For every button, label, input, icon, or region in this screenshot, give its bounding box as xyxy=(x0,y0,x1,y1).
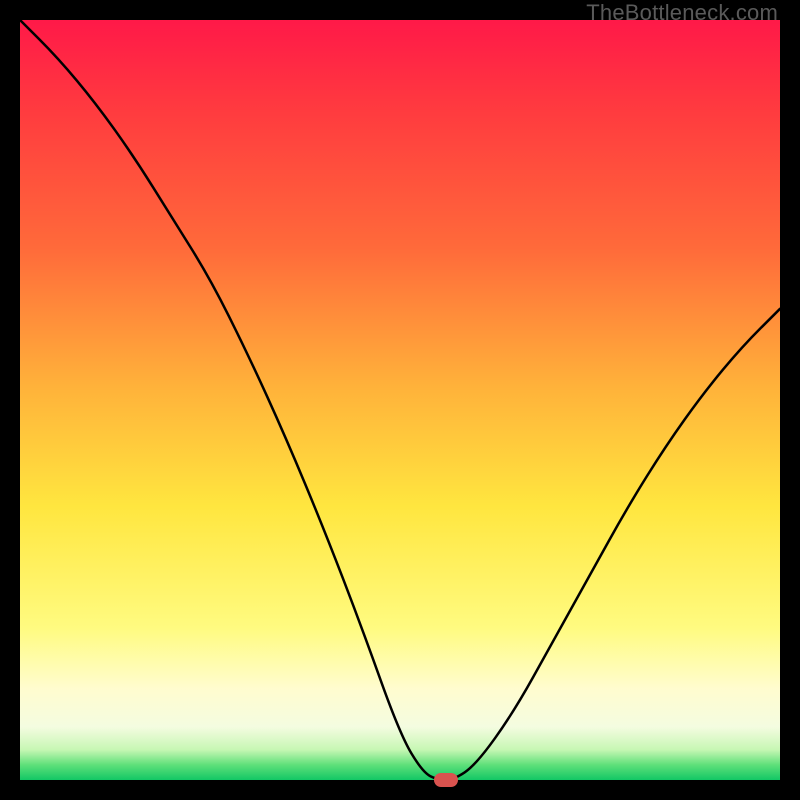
watermark-text: TheBottleneck.com xyxy=(586,0,778,26)
plot-area xyxy=(20,20,780,780)
bottleneck-curve xyxy=(20,20,780,780)
optimal-marker xyxy=(434,773,458,787)
chart-frame: TheBottleneck.com xyxy=(0,0,800,800)
